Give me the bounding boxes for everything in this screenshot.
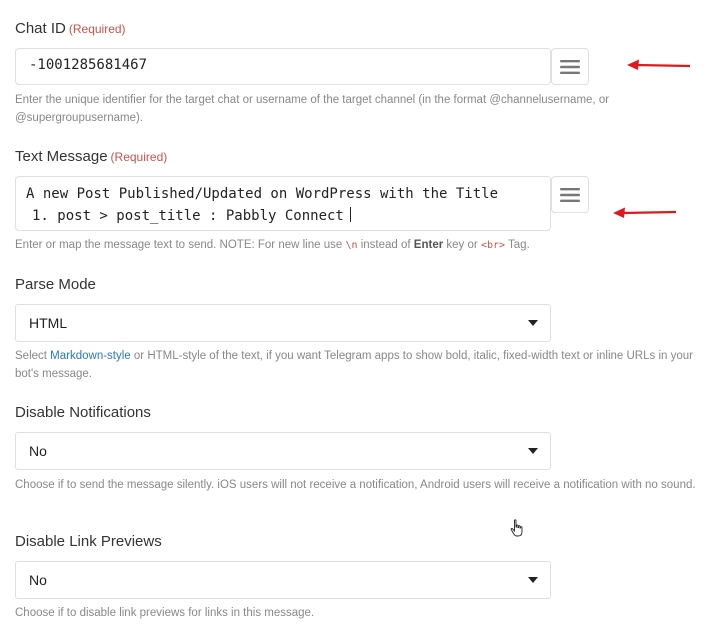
text-message-line-2: 1. post > post_title : Pabbly Connect bbox=[32, 208, 344, 224]
text-cursor bbox=[349, 207, 351, 222]
hand-cursor-icon bbox=[510, 519, 523, 537]
arrow-left-icon bbox=[627, 59, 691, 70]
text-message-line-2-row: 1. post > post_title : Pabbly Connect bbox=[26, 205, 540, 227]
text-message-help-3: key or bbox=[446, 239, 478, 251]
enter-key-text: Enter bbox=[413, 239, 444, 251]
text-message-required: (Required) bbox=[110, 150, 168, 164]
text-message-help: Enter or map the message text to send. N… bbox=[15, 236, 720, 255]
text-message-label-text: Text Message bbox=[15, 148, 108, 165]
chat-id-value: -1001285681467 bbox=[29, 57, 148, 73]
chat-id-map-button[interactable] bbox=[551, 48, 589, 85]
disable-notifications-select[interactable]: No bbox=[15, 432, 551, 470]
menu-icon bbox=[560, 59, 580, 74]
text-message-help-2: instead of bbox=[360, 239, 411, 251]
chat-id-label: Chat ID (Required) bbox=[15, 20, 126, 38]
disable-notifications-label-text: Disable Notifications bbox=[15, 404, 151, 421]
disable-notifications-label: Disable Notifications bbox=[15, 404, 151, 422]
parse-mode-label-text: Parse Mode bbox=[15, 276, 96, 293]
disable-link-previews-select[interactable]: No bbox=[15, 561, 551, 599]
parse-mode-label: Parse Mode bbox=[15, 276, 96, 294]
text-message-map-button[interactable] bbox=[551, 176, 589, 213]
chat-id-required: (Required) bbox=[68, 22, 126, 36]
disable-link-previews-value: No bbox=[29, 572, 47, 588]
arrow-left-icon bbox=[613, 207, 677, 218]
chat-id-help: Enter the unique identifier for the targ… bbox=[15, 94, 610, 124]
newline-code: \n bbox=[345, 240, 358, 251]
disable-notifications-help: Choose if to send the message silently. … bbox=[15, 479, 696, 491]
caret-down-icon bbox=[528, 577, 538, 583]
br-code: <br> bbox=[480, 240, 506, 251]
text-message-help-1: Enter or map the message text to send. N… bbox=[15, 239, 343, 251]
chat-id-input[interactable]: -1001285681467 bbox=[15, 48, 551, 85]
parse-mode-value: HTML bbox=[29, 315, 68, 331]
menu-icon bbox=[560, 187, 580, 202]
text-message-label: Text Message (Required) bbox=[15, 148, 167, 166]
caret-down-icon bbox=[528, 320, 538, 326]
disable-link-previews-help: Choose if to disable link previews for l… bbox=[15, 607, 315, 619]
text-message-line-1: A new Post Published/Updated on WordPres… bbox=[26, 186, 499, 202]
disable-notifications-value: No bbox=[29, 443, 47, 459]
text-message-help-4: Tag. bbox=[508, 239, 530, 251]
text-message-input[interactable]: A new Post Published/Updated on WordPres… bbox=[15, 176, 551, 231]
disable-link-previews-label: Disable Link Previews bbox=[15, 533, 162, 551]
disable-link-previews-label-text: Disable Link Previews bbox=[15, 533, 162, 550]
parse-mode-help: Select Markdown-style or HTML-style of t… bbox=[15, 347, 720, 383]
markdown-style-link[interactable]: Markdown-style bbox=[50, 350, 131, 362]
caret-down-icon bbox=[528, 448, 538, 454]
parse-mode-select[interactable]: HTML bbox=[15, 304, 551, 342]
parse-mode-help-1: Select bbox=[15, 350, 47, 362]
chat-id-label-text: Chat ID bbox=[15, 20, 66, 37]
